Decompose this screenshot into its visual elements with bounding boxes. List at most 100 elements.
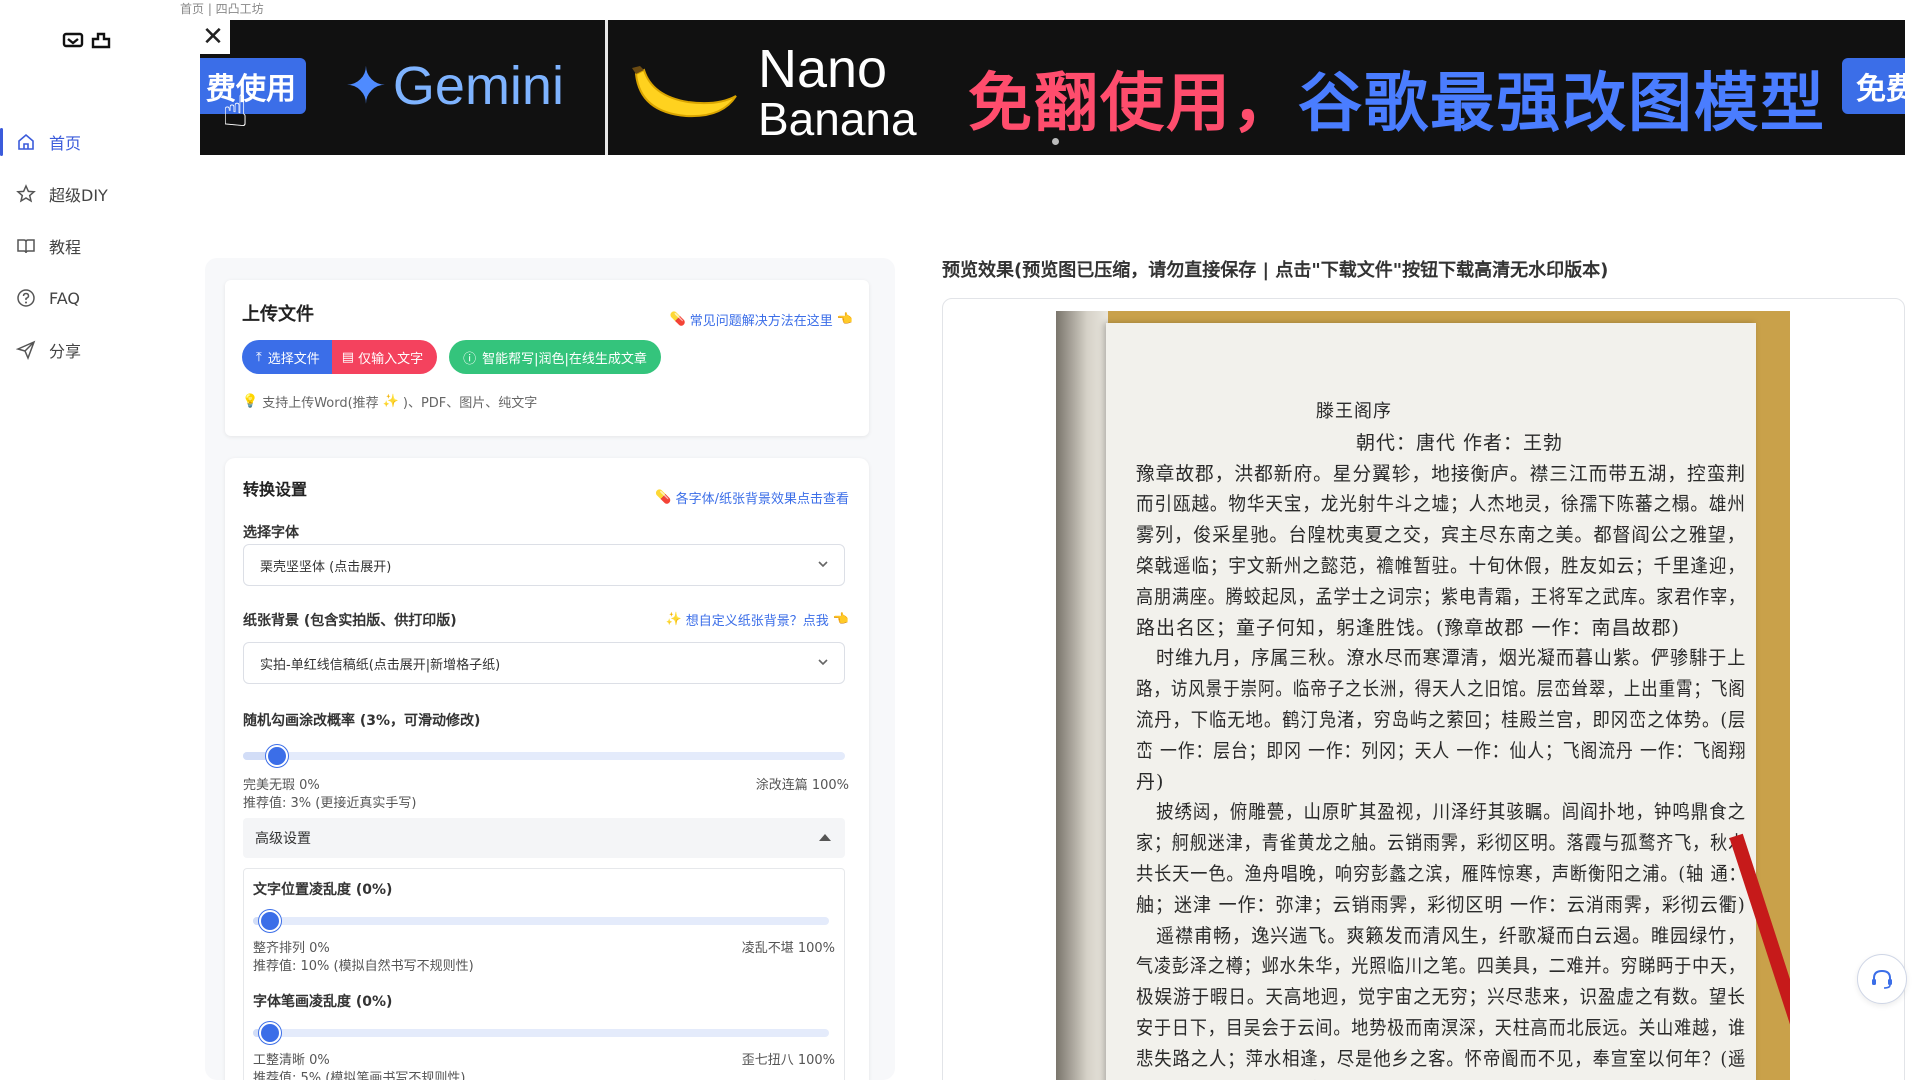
pointing-hand-icon: 👈 (836, 312, 853, 327)
scribble-label: 随机勾画涂改概率 (3%，可滑动修改) (243, 713, 481, 729)
upload-title: 上传文件 (242, 304, 314, 325)
chevron-down-icon (818, 561, 828, 568)
font-label: 选择字体 (243, 525, 299, 541)
handwriting-line: 襟甫畅 一作：遥吟俯畅) (1136, 1075, 1351, 1080)
nano-banana-logo: Nano Banana (758, 42, 917, 142)
carousel-dot[interactable] (1052, 138, 1059, 145)
ai-write-button[interactable]: ⓘ 智能帮写|润色|在线生成文章 (449, 340, 661, 374)
banner-divider (605, 20, 608, 155)
notebook-binding (1056, 311, 1108, 1080)
banana-icon (632, 66, 737, 118)
upload-icon: ⤒ (256, 349, 262, 365)
preview-image: 滕王阁序 朝代：唐代 作者：王勃 豫章故郡，洪都新府。星分翼轸，地接衡庐。襟三江而带… (1056, 311, 1790, 1080)
faq-link[interactable]: 💊 常见问题解决方法在这里 👈 (670, 310, 853, 329)
handwriting-line: 舳；迷津 一作：弥津；云销雨霁，彩彻区明 一作：云消雨霁，彩彻云衢) (1136, 893, 1746, 916)
customer-support-button[interactable] (1857, 954, 1907, 1004)
position-min: 整齐排列 0% (253, 941, 330, 956)
font-preview-link[interactable]: 💊 各字体/纸张背景效果点击查看 (655, 488, 849, 507)
sidebar-item-faq[interactable]: FAQ (0, 272, 185, 324)
handwriting-line: 共长天一色。渔舟唱晚，响穷彭蠡之滨，雁阵惊寒，声断衡阳之浦。(轴 通： (1136, 863, 1747, 885)
banner-left-button: 费使用 (200, 58, 306, 114)
sidebar-item-diy[interactable]: 超级DIY (0, 168, 185, 220)
stroke-label: 字体笔画凌乱度 (0%) (253, 994, 393, 1010)
logo-icon-right (91, 32, 111, 49)
position-label: 文字位置凌乱度 (0%) (253, 882, 393, 898)
handwriting-line: 悲失路之人；萍水相逢，尽是他乡之客。怀帝阍而不见，奉宣室以何年？(遥 (1136, 1047, 1747, 1070)
help-circle-icon: ⓘ (463, 351, 477, 367)
gemini-logo: ✦ Gemini (345, 56, 564, 116)
handwriting-line: 流丹，下临无地。鹤汀凫渚，穷岛屿之萦回；桂殿兰宫，即冈峦之体势。(层 (1136, 709, 1747, 731)
upload-hint: 💡 支持上传Word(推荐 ✨ )、PDF、图片、纯文字 (242, 392, 537, 411)
slogan-red: 免翻使用， (968, 67, 1298, 141)
handwriting-line: 雾列，俊采星驰。台隍枕夷夏之交，宾主尽东南之美。都督阎公之雅望， (1136, 524, 1746, 547)
sidebar-item-share[interactable]: 分享 (0, 324, 185, 376)
slider-knob[interactable] (266, 745, 289, 767)
preview-title: 预览效果(预览图已压缩，请勿直接保存 | 点击"下载文件"按钮下载高清无水印版本… (942, 260, 1609, 281)
font-select-value: 栗壳坚坚体 (点击展开) (260, 559, 392, 575)
question-icon (15, 287, 37, 309)
handwriting-line: 安于日下，目吴会于云间。地势极而南溟深，天柱高而北辰远。关山难越，谁 (1136, 1017, 1746, 1039)
left-panel: 上传文件 💊 常见问题解决方法在这里 👈 ⤒ 选择文件 ▤ 仅输入文字 ⓘ 智能… (205, 258, 895, 1080)
banner-right-button: 免费 (1842, 58, 1905, 114)
gemini-text: Gemini (392, 56, 564, 116)
advanced-settings-toggle[interactable]: 高级设置 (243, 818, 845, 858)
handwriting-line: 棨戟遥临；宇文新州之懿范，襜帷暂驻。十旬休假，胜友如云；千里逢迎， (1136, 555, 1746, 577)
logo-icon-left (62, 32, 84, 48)
custom-paper-link-text: 想自定义纸张背景？点我 (685, 614, 829, 629)
font-select[interactable]: 栗壳坚坚体 (点击展开) (243, 544, 845, 586)
sidebar-item-home[interactable]: 首页 (0, 116, 185, 168)
sparkle-emoji-icon: ✨ (382, 394, 399, 409)
choose-file-button[interactable]: ⤒ 选择文件 (242, 340, 332, 374)
handwriting-line: 披绣闼，俯雕甍，山原旷其盈视，川泽纡其骇瞩。闾阎扑地，钟鸣鼎食之 (1156, 801, 1747, 824)
nano-text: Nano (758, 39, 888, 99)
slider-knob[interactable] (259, 1022, 281, 1044)
handwriting-line: 峦 一作：层台；即冈 一作：列冈；天人 一作：仙人；飞阁流丹 一作：飞阁翔 (1136, 739, 1747, 762)
handwriting-line: 极娱游于暇日。天高地迥，觉宇宙之无穷；兴尽悲来，识盈虚之有数。望长 (1136, 986, 1746, 1009)
scribble-slider[interactable] (243, 745, 845, 767)
upload-hint-tail: )、PDF、图片、纯文字 (402, 396, 538, 411)
book-icon (15, 235, 37, 257)
slider-knob[interactable] (259, 910, 281, 932)
upload-button-row: ⤒ 选择文件 ▤ 仅输入文字 ⓘ 智能帮写|润色|在线生成文章 (242, 340, 661, 374)
pill-icon: 💊 (655, 490, 672, 505)
handwriting-line: 路出名区；童子何知，躬逢胜饯。(豫章故郡 一作：南昌故郡) (1136, 616, 1680, 639)
text-only-button[interactable]: ▤ 仅输入文字 (331, 340, 438, 374)
home-icon (15, 131, 37, 153)
sidebar-nav: 首页 超级DIY 教程 FAQ 分享 (0, 116, 185, 376)
logo[interactable] (62, 28, 122, 52)
scribble-recommend: 推荐值: 3% (更接近真实手写) (243, 796, 417, 811)
stroke-max: 歪七扭八 100% (741, 1053, 835, 1068)
send-icon (15, 339, 37, 361)
handwriting-line: 家；舸舰迷津，青雀黄龙之舳。云销雨霁，彩彻区明。落霞与孤鹜齐飞，秋水 (1136, 832, 1746, 855)
stroke-slider[interactable] (253, 1022, 829, 1044)
close-icon: ✕ (202, 22, 224, 52)
breadcrumb: 首页 | 四凸工坊 (180, 2, 264, 16)
banner-close-button[interactable]: ✕ (196, 20, 230, 54)
pill-icon: 💊 (669, 312, 686, 327)
upload-combo: ⤒ 选择文件 ▤ 仅输入文字 (242, 340, 438, 374)
settings-title: 转换设置 (243, 480, 308, 499)
scribble-max: 涂改连篇 100% (755, 778, 849, 793)
slogan-blue: 谷歌最强改图模型 (1298, 67, 1826, 141)
banner-slogan: 免翻使用，谷歌最强改图模型 (968, 52, 1826, 144)
caret-up-icon (819, 834, 831, 841)
document-icon: ▤ (341, 349, 355, 365)
paper-select-value: 实拍-单红线信稿纸(点击展开|新增格子纸) (260, 657, 501, 673)
handwriting-line: 豫章故郡，洪都新府。星分翼轸，地接衡庐。襟三江而带五湖，控蛮荆 (1136, 462, 1747, 485)
position-max: 凌乱不堪 100% (741, 941, 835, 956)
chevron-down-icon (818, 659, 828, 666)
sparkle-emoji-icon: ✨ (665, 612, 682, 627)
preview-panel: 滕王阁序 朝代：唐代 作者：王勃 豫章故郡，洪都新府。星分翼轸，地接衡庐。襟三江而带… (942, 298, 1905, 1080)
position-slider[interactable] (253, 910, 829, 932)
sidebar-item-tutorial[interactable]: 教程 (0, 220, 185, 272)
ai-write-label: 智能帮写|润色|在线生成文章 (482, 351, 647, 367)
pointing-hand-icon: 👈 (832, 612, 849, 627)
custom-paper-link[interactable]: ✨ 想自定义纸张背景？点我 👈 (666, 610, 849, 629)
handwriting-line: 丹) (1136, 770, 1165, 793)
sidebar-item-label: 分享 (49, 342, 82, 361)
stroke-recommend: 推荐值: 5% (模拟笔画书写不规则性) (253, 1071, 466, 1080)
position-recommend: 推荐值: 10% (模拟自然书写不规则性) (253, 959, 474, 974)
paper-select[interactable]: 实拍-单红线信稿纸(点击展开|新增格子纸) (243, 642, 845, 684)
promo-banner[interactable]: 费使用 ☝ ✦ Gemini Nano Banana 免翻使用，谷歌最强改图模型… (200, 20, 1905, 155)
headset-icon (1872, 969, 1892, 989)
